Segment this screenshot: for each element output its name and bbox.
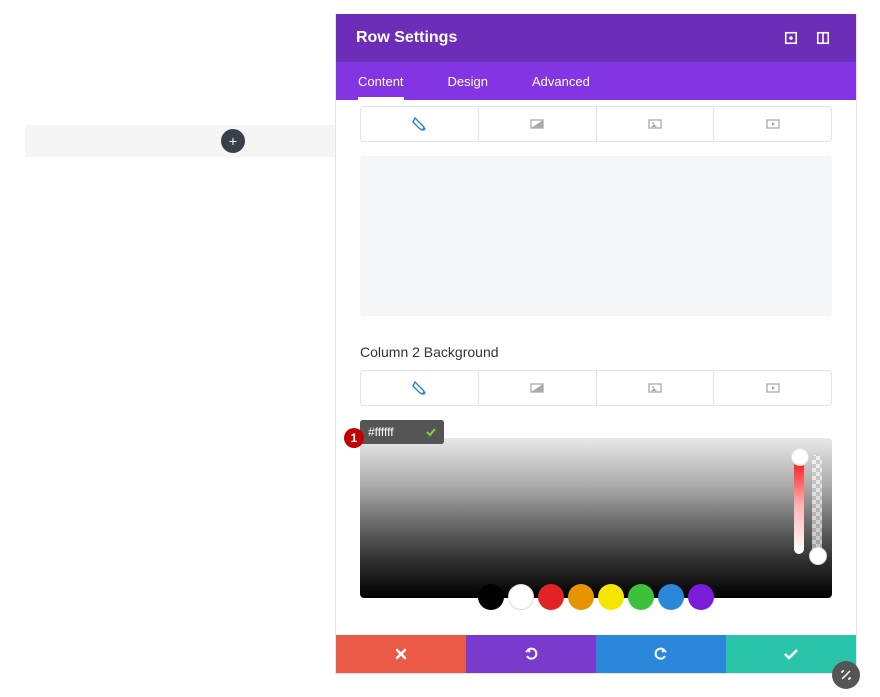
bg-color-tab[interactable] [361, 107, 479, 141]
bg-gradient-tab-2[interactable] [479, 371, 597, 405]
swatch-yellow[interactable] [598, 584, 624, 610]
modal-header: Row Settings [336, 14, 856, 62]
redo-button[interactable] [596, 635, 726, 673]
bg-type-tabs-2 [360, 370, 832, 406]
swatch-purple[interactable] [688, 584, 714, 610]
resize-handle[interactable] [832, 661, 860, 689]
swatch-blue[interactable] [658, 584, 684, 610]
modal-body[interactable]: Column 2 Background 1 [336, 100, 856, 635]
row-settings-modal: Row Settings Content Design Advanced Col… [335, 14, 857, 674]
swatch-green[interactable] [628, 584, 654, 610]
hue-slider[interactable] [794, 454, 804, 554]
bg-color-tab-2[interactable] [361, 371, 479, 405]
cancel-button[interactable] [336, 635, 466, 673]
alpha-handle[interactable] [809, 547, 827, 565]
bg-video-tab-2[interactable] [714, 371, 831, 405]
tab-design[interactable]: Design [426, 62, 510, 100]
hex-input[interactable] [360, 420, 418, 444]
hue-handle[interactable] [791, 448, 809, 466]
alpha-slider[interactable] [812, 454, 822, 554]
color-input-row [360, 420, 444, 444]
undo-button[interactable] [466, 635, 596, 673]
color-swatches [360, 584, 832, 610]
swatch-red[interactable] [538, 584, 564, 610]
column-2-background-label: Column 2 Background [360, 344, 832, 360]
modal-title: Row Settings [356, 29, 772, 47]
swatch-white[interactable] [508, 584, 534, 610]
background-preview-1 [360, 156, 832, 316]
bg-type-tabs-1 [360, 106, 832, 142]
swatch-black[interactable] [478, 584, 504, 610]
bg-image-tab[interactable] [597, 107, 715, 141]
step-badge-1: 1 [344, 428, 364, 448]
bg-image-tab-2[interactable] [597, 371, 715, 405]
bg-gradient-tab[interactable] [479, 107, 597, 141]
add-module-button[interactable]: + [221, 129, 245, 153]
swatch-orange[interactable] [568, 584, 594, 610]
bg-video-tab[interactable] [714, 107, 831, 141]
tab-advanced[interactable]: Advanced [510, 62, 612, 100]
modal-footer [336, 635, 856, 673]
tab-content[interactable]: Content [336, 62, 426, 100]
page-canvas: + [0, 0, 335, 697]
confirm-color-button[interactable] [418, 420, 444, 444]
saturation-lightness-panel[interactable] [360, 438, 832, 598]
expand-icon[interactable] [778, 25, 804, 51]
snap-icon[interactable] [810, 25, 836, 51]
row-placeholder: + [25, 125, 335, 157]
color-picker: 1 [360, 420, 832, 610]
modal-tabs: Content Design Advanced [336, 62, 856, 100]
admin-label-accordion[interactable]: Admin Label [360, 634, 832, 635]
